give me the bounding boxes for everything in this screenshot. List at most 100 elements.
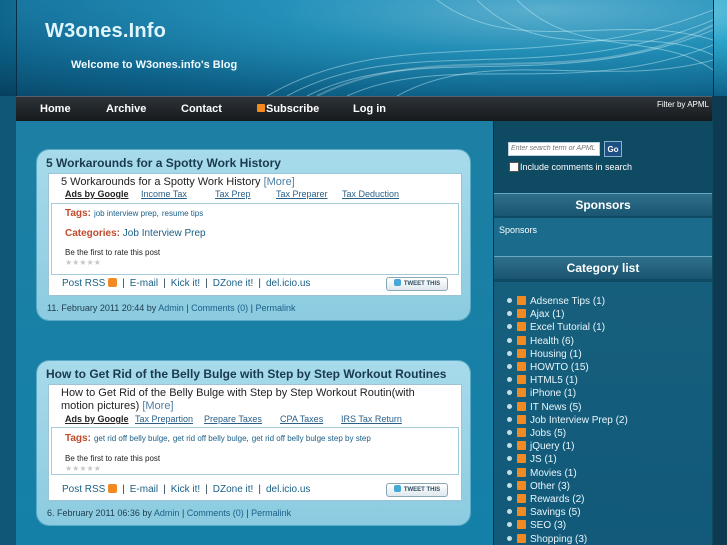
ad-link[interactable]: Tax Prep (215, 189, 251, 199)
tweet-this-button[interactable]: TWEET THIS (386, 483, 448, 497)
nav-login[interactable]: Log in (353, 103, 386, 115)
ad-link[interactable]: Tax Deduction (342, 189, 399, 199)
post-rss-link[interactable]: Post RSS (62, 484, 118, 495)
rss-icon[interactable] (517, 480, 526, 490)
rss-icon[interactable] (517, 494, 526, 503)
category-item[interactable]: IT News (5) (507, 401, 582, 413)
category-item[interactable]: Jobs (5) (507, 428, 566, 439)
rss-icon[interactable] (517, 401, 526, 411)
rss-icon[interactable] (517, 362, 526, 371)
tag-link[interactable]: get rid off belly bulge (94, 434, 168, 443)
category-item[interactable]: Adsense Tips (1) (507, 296, 605, 307)
header-banner (16, 0, 714, 96)
nav-subscribe[interactable]: Subscribe (257, 103, 319, 115)
dzone-link[interactable]: DZone it! (213, 278, 254, 289)
category-item[interactable]: HTML5 (1) (507, 375, 578, 386)
author-link[interactable]: Admin (158, 303, 184, 313)
post-date: 11. February 2011 20:44 by (47, 303, 157, 313)
nav-home[interactable]: Home (40, 103, 71, 115)
site-title[interactable]: W3ones.Info (45, 20, 166, 43)
rss-icon[interactable] (517, 375, 526, 385)
rss-icon[interactable] (517, 335, 526, 345)
post-rss-link[interactable]: Post RSS (62, 278, 118, 289)
sponsors-heading: Sponsors (494, 193, 712, 216)
rss-icon[interactable] (517, 454, 526, 464)
delicious-link[interactable]: del.icio.us (266, 484, 310, 495)
twitter-icon (393, 485, 401, 492)
category-item[interactable]: Housing (1) (507, 348, 582, 360)
category-item[interactable]: SEO (3) (507, 520, 566, 531)
email-link[interactable]: E-mail (130, 484, 158, 495)
ad-link[interactable]: Prepare Taxes (204, 414, 262, 424)
ad-link[interactable]: IRS Tax Return (341, 414, 402, 424)
category-item[interactable]: Other (3) (507, 480, 570, 492)
category-item[interactable]: Ajax (1) (507, 309, 564, 320)
category-item[interactable]: HOWTO (15) (507, 362, 589, 373)
category-item[interactable]: Movies (1) (507, 467, 577, 479)
rss-icon[interactable] (517, 388, 526, 398)
tag-link[interactable]: resume tips (162, 209, 203, 218)
category-item[interactable]: JS (1) (507, 454, 557, 465)
tag-link[interactable]: job interview prep (94, 209, 157, 218)
author-link[interactable]: Admin (154, 508, 180, 518)
category-label: Adsense Tips (1) (530, 296, 606, 307)
tweet-this-button[interactable]: TWEET THIS (386, 277, 448, 291)
tag-link[interactable]: get rid off belly bulge step by step (252, 434, 371, 443)
bullet-icon (507, 430, 512, 435)
dzone-link[interactable]: DZone it! (213, 484, 254, 495)
bullet-icon (507, 364, 512, 369)
rss-icon[interactable] (517, 296, 526, 305)
comments-link[interactable]: Comments (0) (187, 508, 244, 518)
ad-link[interactable]: Income Tax (141, 189, 187, 199)
rss-icon[interactable] (517, 414, 526, 424)
rss-icon[interactable] (517, 507, 526, 517)
category-item[interactable]: Shopping (3) (507, 533, 587, 545)
email-link[interactable]: E-mail (130, 278, 158, 289)
rating-stars[interactable]: ★★★★★ (65, 258, 101, 267)
rss-icon[interactable] (517, 533, 526, 543)
comments-link[interactable]: Comments (0) (191, 303, 248, 313)
delicious-link[interactable]: del.icio.us (266, 278, 310, 289)
rss-icon[interactable] (517, 520, 526, 530)
search-input[interactable] (508, 142, 600, 156)
rss-icon[interactable] (517, 441, 526, 451)
ad-link[interactable]: CPA Taxes (280, 414, 323, 424)
category-item[interactable]: Rewards (2) (507, 494, 584, 505)
more-link[interactable]: [More] (264, 176, 295, 188)
nav-contact[interactable]: Contact (181, 103, 222, 115)
kick-it-link[interactable]: Kick it! (171, 278, 200, 289)
more-link[interactable]: [More] (142, 400, 173, 412)
post-rss-label: Post RSS (62, 484, 106, 495)
rss-icon[interactable] (517, 348, 526, 358)
rss-icon[interactable] (517, 467, 526, 477)
kick-it-link[interactable]: Kick it! (171, 484, 200, 495)
tag-link[interactable]: get rid off belly bulge (173, 434, 247, 443)
nav-archive[interactable]: Archive (106, 103, 146, 115)
search-go-button[interactable]: Go (604, 141, 622, 157)
filter-apml-link[interactable]: Filter by APML (657, 100, 709, 109)
bullet-icon (507, 482, 512, 488)
rss-icon[interactable] (517, 428, 526, 437)
rss-icon[interactable] (517, 309, 526, 319)
post-headline-text: 5 Workarounds for a Spotty Work History (61, 176, 261, 188)
category-item[interactable]: Savings (5) (507, 507, 581, 518)
rss-icon[interactable] (517, 322, 526, 332)
category-item[interactable]: iPhone (1) (507, 388, 576, 399)
include-comments-checkbox[interactable] (509, 162, 519, 172)
rating-stars[interactable]: ★★★★★ (65, 464, 101, 473)
ad-link[interactable]: Tax Prepartion (135, 414, 193, 424)
category-item[interactable]: Excel Tutorial (1) (507, 322, 605, 333)
permalink-link[interactable]: Permalink (255, 303, 295, 313)
category-link[interactable]: Job Interview Prep (123, 228, 206, 239)
ad-link[interactable]: Tax Preparer (276, 189, 328, 199)
post-headline: 5 Workarounds for a Spotty Work History … (61, 176, 295, 189)
permalink-link[interactable]: Permalink (251, 508, 291, 518)
site-header: W3ones.Info Welcome to W3ones.info's Blo… (0, 0, 727, 96)
ads-label[interactable]: Ads by Google (65, 189, 129, 199)
category-item[interactable]: Health (6) (507, 335, 574, 347)
ads-label[interactable]: Ads by Google (65, 414, 129, 424)
post-title[interactable]: How to Get Rid of the Belly Bulge with S… (46, 367, 446, 381)
category-item[interactable]: Job Interview Prep (2) (507, 414, 628, 426)
category-item[interactable]: jQuery (1) (507, 441, 574, 452)
post-title[interactable]: 5 Workarounds for a Spotty Work History (46, 156, 281, 170)
